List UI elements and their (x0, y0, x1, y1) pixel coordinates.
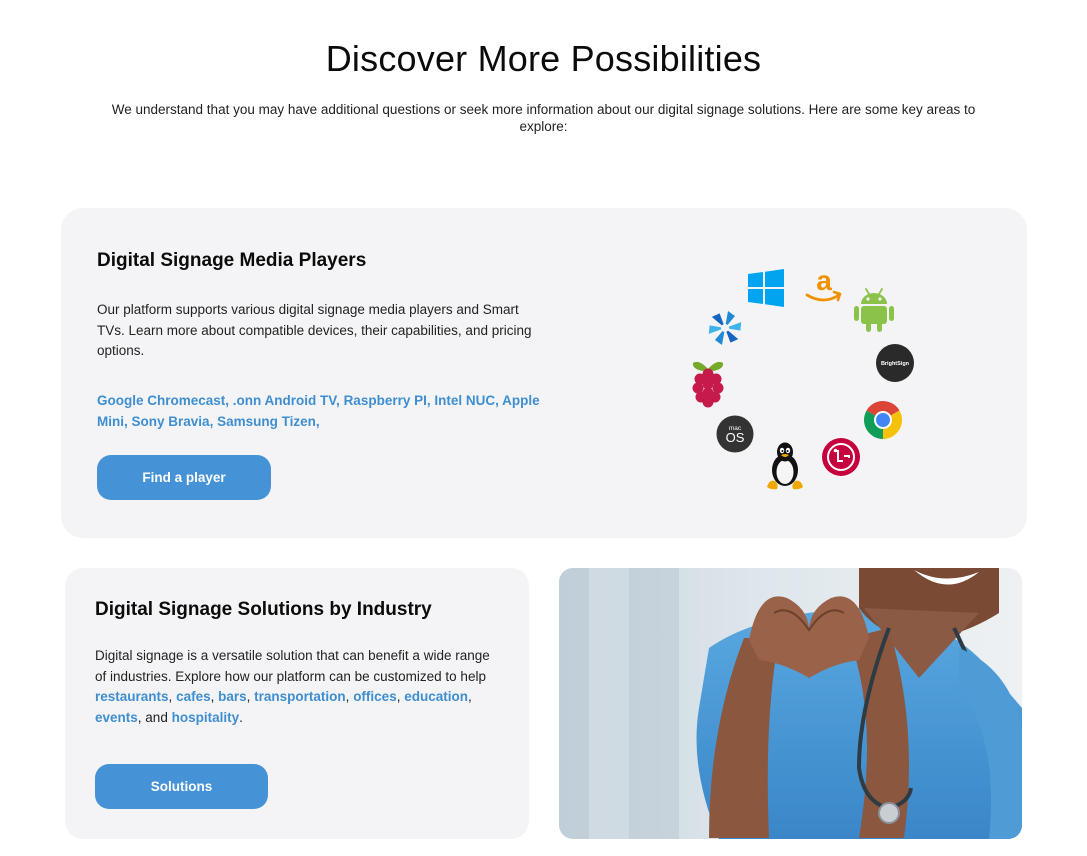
media-players-description: Our platform supports various digital si… (97, 302, 532, 358)
industry-link-hospitality[interactable]: hospitality (172, 710, 240, 725)
brightsign-icon: BrightSign (876, 344, 914, 387)
device-link-onn[interactable]: .onn Android TV (233, 393, 336, 408)
industry-link-transportation[interactable]: transportation (254, 689, 346, 704)
media-players-card: Digital Signage Media Players Our platfo… (61, 208, 1027, 538)
svg-text:a: a (816, 266, 832, 296)
industry-link-offices[interactable]: offices (353, 689, 397, 704)
tizen-icon (705, 308, 745, 353)
brightsign-text: BrightSign (881, 361, 910, 367)
page-title: Discover More Possibilities (325, 38, 762, 79)
chrome-icon (863, 400, 903, 445)
industry-card: Digital Signage Solutions by Industry Di… (65, 568, 529, 839)
find-player-button[interactable]: Find a player (97, 455, 271, 500)
windows-icon (747, 269, 785, 312)
device-link-intel-nuc[interactable]: Intel NUC (434, 393, 495, 408)
industry-body-lead: Digital signage is a versatile solution … (95, 648, 490, 684)
device-link-samsung-tizen[interactable]: Samsung Tizen (217, 414, 316, 429)
lg-icon (821, 437, 861, 482)
amazon-icon: a (803, 265, 845, 311)
industry-link-events[interactable]: events (95, 710, 138, 725)
device-link-sony-bravia[interactable]: Sony Bravia (132, 414, 210, 429)
device-link-raspberry-pi[interactable]: Raspberry PI (344, 393, 427, 408)
industry-heading: Digital Signage Solutions by Industry (95, 599, 432, 620)
solutions-button[interactable]: Solutions (95, 764, 268, 809)
industry-link-bars[interactable]: bars (218, 689, 247, 704)
macos-big-text: OS (726, 430, 745, 445)
raspberry-pi-icon (687, 357, 729, 414)
linux-icon (764, 441, 806, 496)
industry-link-cafes[interactable]: cafes (176, 689, 211, 704)
device-links: Google Chromecast, .onn Android TV, Rasp… (97, 393, 540, 429)
healthcare-worker-photo (559, 568, 1022, 839)
macos-icon: mac OS (716, 415, 754, 458)
and-text: and (145, 709, 168, 725)
industry-link-restaurants[interactable]: restaurants (95, 689, 169, 704)
industry-description: Digital signage is a versatile solution … (95, 648, 490, 725)
android-icon (853, 287, 895, 338)
intro-text: We understand that you may have addition… (111, 102, 976, 134)
media-players-heading: Digital Signage Media Players (97, 250, 367, 271)
industry-link-education[interactable]: education (404, 689, 468, 704)
device-link-chromecast[interactable]: Google Chromecast (97, 393, 225, 408)
